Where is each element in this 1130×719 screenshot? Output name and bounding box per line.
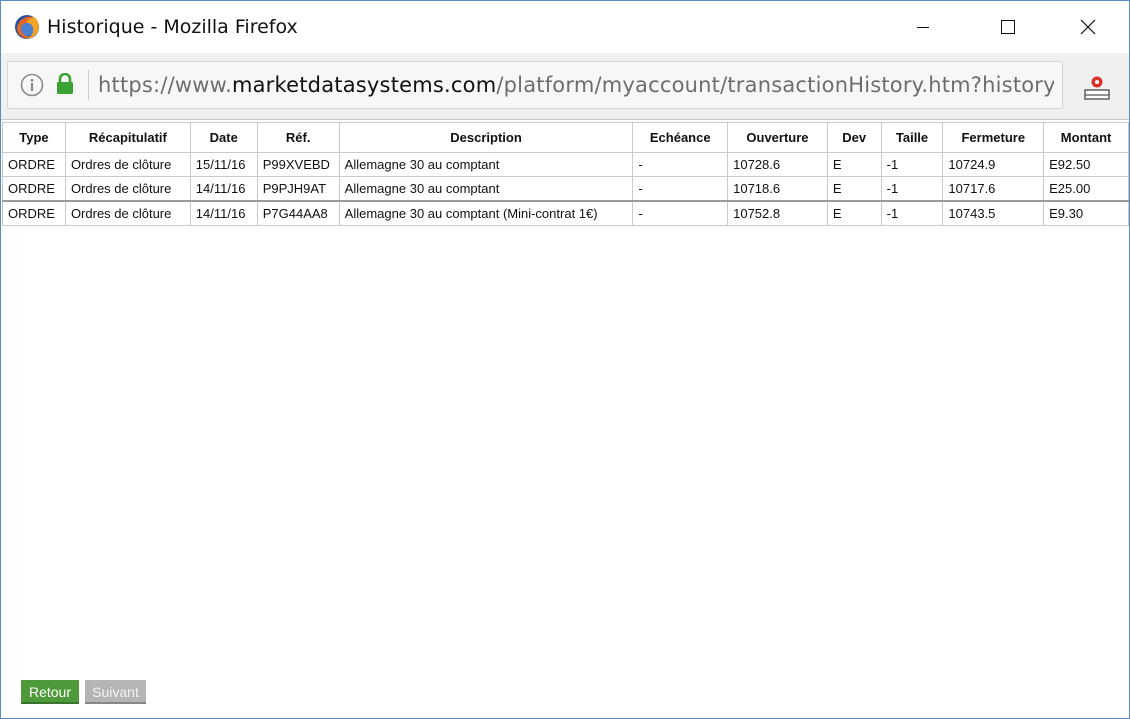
minimize-button[interactable] [900,1,946,53]
title-bar: Historique - Mozilla Firefox [1,1,1129,53]
cell-open: 10752.8 [727,200,828,226]
cell-description: Allemagne 30 au comptant [338,152,634,177]
cell-summary: Ordres de clôture [64,200,191,226]
column-header[interactable]: Réf. [256,122,340,153]
url-scheme: https://www. [98,73,232,97]
cell-summary: Ordres de clôture [64,152,191,177]
cell-date: 15/11/16 [189,152,258,177]
navigation-bar: https://www.marketdatasystems.com/platfo… [1,53,1129,120]
column-header[interactable]: Fermeture [942,122,1045,153]
cell-currency: E [826,176,882,202]
cell-amount: E92.50 [1043,152,1129,177]
cell-amount: E25.00 [1043,176,1129,202]
column-header[interactable]: Dev [826,122,882,153]
cell-close: 10743.5 [942,200,1045,226]
cell-description: Allemagne 30 au comptant (Mini-contrat 1… [338,200,634,226]
back-button[interactable]: Retour [21,680,79,704]
maximize-button[interactable] [985,1,1031,53]
page-content: Type Récapitulatif Date Réf. Description… [1,120,1129,718]
cell-currency: E [826,200,882,226]
cell-size: -1 [880,152,944,177]
url-text[interactable]: https://www.marketdatasystems.com/platfo… [98,73,1054,97]
screenshot-icon[interactable] [1082,73,1112,103]
cell-date: 14/11/16 [189,176,258,202]
table-row[interactable]: ORDRE Ordres de clôture 14/11/16 P7G44AA… [2,200,1129,226]
column-header[interactable]: Type [2,122,66,153]
cell-ref: P99XVEBD [256,152,340,177]
cell-ref: P9PJH9AT [256,176,340,202]
table-header-row: Type Récapitulatif Date Réf. Description… [2,122,1129,153]
cell-type: ORDRE [2,200,66,226]
column-header[interactable]: Ouverture [727,122,828,153]
firefox-logo-icon [14,14,40,40]
cell-type: ORDRE [2,176,66,202]
column-header[interactable]: Montant [1043,122,1129,153]
browser-window: Historique - Mozilla Firefox https://www… [0,0,1130,719]
info-icon[interactable] [20,73,44,97]
cell-currency: E [826,152,882,177]
cell-type: ORDRE [2,152,66,177]
close-icon [1080,19,1096,35]
column-header[interactable]: Taille [880,122,944,153]
minimize-icon [917,27,929,28]
lock-icon[interactable] [55,72,75,95]
cell-size: -1 [880,200,944,226]
cell-expiry: - [632,200,729,226]
cell-open: 10728.6 [727,152,828,177]
cell-open: 10718.6 [727,176,828,202]
column-header[interactable]: Date [189,122,258,153]
url-path: /platform/myaccount/transactionHistory.h… [496,73,1054,97]
url-bar[interactable]: https://www.marketdatasystems.com/platfo… [7,61,1063,109]
cell-expiry: - [632,176,729,202]
cell-size: -1 [880,176,944,202]
window-title: Historique - Mozilla Firefox [47,16,298,38]
transaction-history-table: Type Récapitulatif Date Réf. Description… [2,122,1129,226]
close-button[interactable] [1065,1,1111,53]
column-header[interactable]: Récapitulatif [64,122,191,153]
column-header[interactable]: Description [338,122,634,153]
cell-summary: Ordres de clôture [64,176,191,202]
table-row[interactable]: ORDRE Ordres de clôture 14/11/16 P9PJH9A… [2,176,1129,202]
cell-ref: P7G44AA8 [256,200,340,226]
cell-description: Allemagne 30 au comptant [338,176,634,202]
cell-amount: E9.30 [1043,200,1129,226]
table-row[interactable]: ORDRE Ordres de clôture 15/11/16 P99XVEB… [2,152,1129,177]
url-domain: marketdatasystems.com [231,73,497,97]
next-button[interactable]: Suivant [85,680,146,704]
cell-expiry: - [632,152,729,177]
cell-date: 14/11/16 [189,200,258,226]
cell-close: 10717.6 [942,176,1045,202]
maximize-icon [1001,20,1015,34]
url-separator [88,70,89,100]
column-header[interactable]: Echéance [632,122,729,153]
cell-close: 10724.9 [942,152,1045,177]
